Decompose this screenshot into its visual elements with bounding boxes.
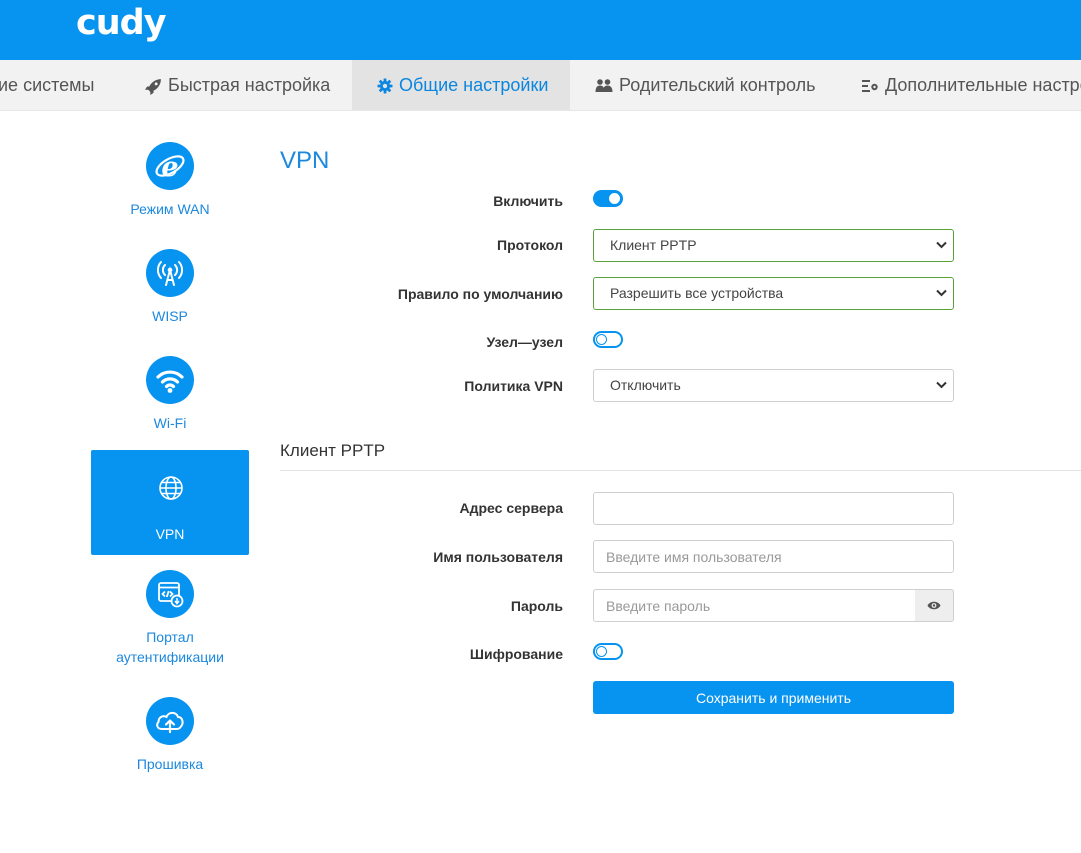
chevron-down-icon bbox=[936, 289, 947, 297]
cloud-upload-icon bbox=[156, 711, 184, 734]
sidebar-item-label: Режим WAN bbox=[130, 201, 210, 217]
toggle-knob bbox=[596, 646, 607, 657]
icon-circle bbox=[146, 356, 194, 404]
sidebar-item-wan-mode[interactable]: e Режим WAN bbox=[91, 142, 249, 247]
globe-icon bbox=[159, 476, 183, 500]
server-address-input[interactable] bbox=[593, 492, 954, 525]
tab-label: Дополнительные настро bbox=[885, 75, 1081, 95]
page-title: VPN bbox=[280, 147, 330, 174]
chevron-down-icon bbox=[936, 241, 947, 249]
auth-portal-icon bbox=[158, 582, 184, 608]
users-icon bbox=[595, 78, 613, 94]
toggle-knob bbox=[609, 193, 620, 204]
sidebar-item-vpn[interactable]: VPN bbox=[91, 450, 249, 555]
toggle-knob bbox=[596, 334, 607, 345]
password-label: Пароль bbox=[510, 598, 563, 614]
sidebar-item-wisp[interactable]: WISP bbox=[91, 249, 249, 354]
protocol-select[interactable]: Клиент PPTP bbox=[593, 229, 954, 262]
wireless-antenna-icon bbox=[157, 261, 183, 286]
main-nav: ие системы Быстрая настройка Общие настр… bbox=[0, 60, 1081, 111]
vpn-policy-label: Политика VPN bbox=[464, 378, 563, 394]
username-label: Имя пользователя bbox=[433, 549, 563, 565]
username-input[interactable] bbox=[593, 540, 954, 573]
tab-general-settings[interactable]: Общие настройки bbox=[352, 60, 570, 110]
gear-icon bbox=[377, 78, 393, 94]
icon-circle bbox=[146, 697, 194, 745]
tab-quick-setup[interactable]: Быстрая настройка bbox=[145, 60, 350, 110]
advanced-settings-icon bbox=[862, 79, 879, 93]
wifi-icon bbox=[156, 370, 184, 393]
tab-label: Общие настройки bbox=[399, 75, 549, 95]
sidebar-item-label: Прошивка bbox=[136, 756, 204, 772]
vpn-policy-value: Отключить bbox=[610, 377, 681, 393]
icon-circle bbox=[146, 249, 194, 297]
tab-label: ие системы bbox=[0, 75, 95, 95]
sidebar-item-wifi[interactable]: Wi-Fi bbox=[91, 356, 249, 461]
enable-label: Включить bbox=[493, 193, 563, 209]
sidebar-item-label: WISP bbox=[152, 308, 188, 324]
vpn-policy-select[interactable]: Отключить bbox=[593, 369, 954, 402]
section-title-pptp: Клиент PPTP bbox=[280, 441, 386, 460]
save-apply-button[interactable]: Сохранить и применить bbox=[593, 681, 954, 714]
site-to-site-label: Узел—узел bbox=[486, 334, 563, 350]
password-input[interactable] bbox=[593, 589, 916, 622]
tab-system-status[interactable]: ие системы bbox=[0, 60, 118, 110]
sidebar-item-label: Wi-Fi bbox=[153, 415, 187, 431]
tab-label: Родительский контроль bbox=[619, 75, 816, 95]
site-to-site-toggle[interactable] bbox=[593, 331, 623, 348]
header-bar: cudy bbox=[0, 0, 1081, 60]
chevron-down-icon bbox=[936, 381, 947, 389]
default-rule-value: Разрешить все устройства bbox=[610, 285, 784, 301]
default-rule-select[interactable]: Разрешить все устройства bbox=[593, 277, 954, 310]
sidebar-item-firmware[interactable]: Прошивка bbox=[91, 697, 249, 802]
icon-circle: e bbox=[146, 142, 194, 190]
icon-circle bbox=[146, 570, 194, 618]
tab-advanced-settings[interactable]: Дополнительные настро bbox=[862, 60, 1081, 110]
encryption-toggle[interactable] bbox=[593, 643, 623, 660]
protocol-value: Клиент PPTP bbox=[610, 237, 697, 253]
tab-label: Быстрая настройка bbox=[168, 75, 331, 95]
sidebar-item-auth-portal[interactable]: Портал аутентификации bbox=[91, 570, 249, 675]
server-address-label: Адрес сервера bbox=[459, 500, 564, 516]
sidebar-item-label: Портал аутентификации bbox=[116, 629, 224, 665]
tab-parental-control[interactable]: Родительский контроль bbox=[595, 60, 820, 110]
default-rule-label: Правило по умолчанию bbox=[397, 286, 563, 302]
section-divider bbox=[280, 470, 1081, 471]
enable-toggle[interactable] bbox=[593, 190, 623, 207]
sidebar-item-label: VPN bbox=[155, 526, 185, 542]
internet-explorer-icon: e bbox=[155, 152, 185, 183]
cudy-logo[interactable]: cudy bbox=[76, 3, 167, 43]
show-password-button[interactable] bbox=[915, 589, 954, 622]
protocol-label: Протокол bbox=[497, 237, 563, 253]
encryption-label: Шифрование bbox=[469, 646, 563, 662]
rocket-icon bbox=[145, 78, 162, 95]
eye-icon bbox=[927, 601, 941, 610]
